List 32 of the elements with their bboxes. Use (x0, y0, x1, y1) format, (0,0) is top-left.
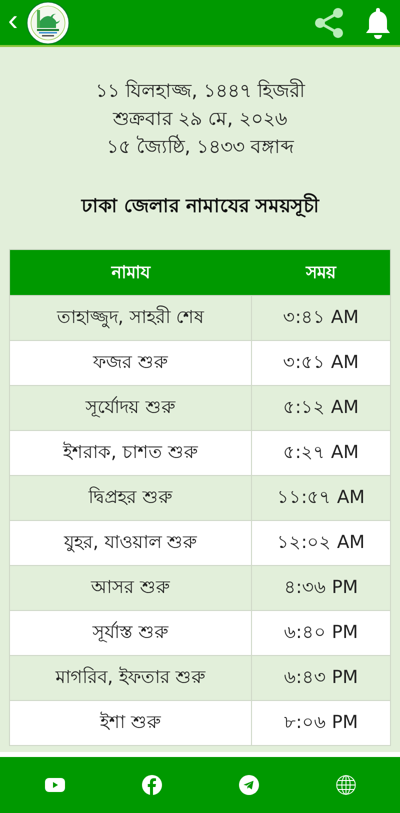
table-cell: ৬:৪০ PM (252, 610, 390, 655)
table-cell: ১২:০২ AM (252, 520, 390, 565)
table-cell: ৩:৫১ AM (252, 340, 390, 385)
column-header: সময় (252, 250, 390, 295)
facebook-icon (142, 775, 162, 795)
date-text: শুক্রবার ২৯ মে, ২০২৬ (112, 107, 288, 132)
table-cell: মাগরিব, ইফতার শুরু (10, 655, 252, 700)
telegram-button[interactable] (238, 775, 258, 795)
table-cell: ইশরাক, চাশত শুরু (10, 430, 252, 475)
table-cell: দ্বিপ্রহর শুরু (10, 475, 252, 520)
share-button[interactable] (312, 6, 346, 40)
telegram-icon (238, 775, 258, 795)
table-cell: সূর্যোদয় শুরু (10, 385, 252, 430)
table-cell: ফজর শুরু (10, 340, 252, 385)
date-text: ১৫ জ্যৈষ্ঠি, ১৪৩৩ বঙ্গাব্দ (106, 134, 294, 160)
web-button[interactable] (336, 775, 356, 795)
table-cell: ৮:০৬ PM (252, 700, 390, 745)
table-cell: ইশা শুরু (10, 700, 252, 745)
table-cell: যুহর, যাওয়াল শুরু (10, 520, 252, 565)
notification-button[interactable] (364, 6, 392, 38)
facebook-button[interactable] (142, 775, 162, 795)
globe-icon (336, 775, 356, 795)
date-text: ১১ যিলহাজ্জ, ১৪৪৭ হিজরী (95, 78, 305, 104)
table-cell: তাহাজ্জুদ, সাহরী শেষ (10, 295, 252, 340)
schedule-title: ঢাকা জেলার নামাযের সময়সূচী (82, 192, 318, 220)
youtube-icon (44, 778, 64, 792)
back-button[interactable]: ‹ (6, 6, 20, 40)
table-cell: ৫:২৭ AM (252, 430, 390, 475)
youtube-button[interactable] (44, 778, 64, 792)
column-header: নামায (10, 250, 252, 295)
table-cell: আসর শুরু (10, 565, 252, 610)
table-cell: সূর্যাস্ত শুরু (10, 610, 252, 655)
